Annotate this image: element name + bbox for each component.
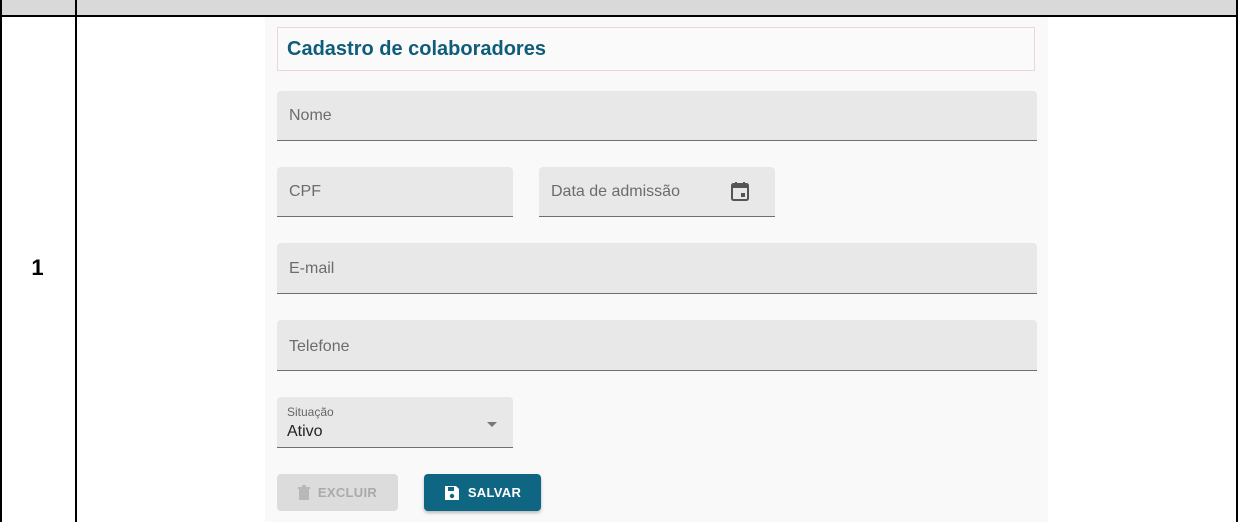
save-button[interactable]: SALVAR	[424, 474, 541, 511]
status-select-value: Ativo	[287, 423, 323, 440]
delete-button[interactable]: EXCLUIR	[277, 474, 398, 511]
form-title-box: Cadastro de colaboradores	[277, 27, 1035, 71]
name-field[interactable]: Nome	[277, 91, 1037, 141]
save-icon	[444, 485, 459, 500]
phone-field-label: Telefone	[289, 338, 350, 355]
calendar-icon[interactable]	[731, 181, 749, 201]
form-title: Cadastro de colaboradores	[287, 38, 546, 60]
email-field[interactable]: E-mail	[277, 243, 1037, 294]
trash-icon	[297, 484, 310, 500]
table-column-divider	[75, 0, 77, 522]
email-field-label: E-mail	[289, 260, 335, 277]
status-select-label: Situação	[287, 405, 334, 419]
admission-date-field[interactable]: Data de admissão	[539, 167, 775, 217]
name-field-label: Nome	[289, 107, 332, 124]
save-button-label: SALVAR	[467, 485, 522, 500]
status-select[interactable]: Situação Ativo	[277, 397, 513, 448]
admission-date-field-label: Data de admissão	[551, 183, 680, 200]
cpf-field[interactable]: CPF	[277, 167, 513, 217]
row-number: 1	[31, 255, 44, 280]
table-header-band	[0, 0, 1238, 17]
delete-button-label: EXCLUIR	[317, 485, 378, 500]
document-table-frame: 1 Cadastro de colaboradores Nome CPF Dat…	[0, 0, 1238, 522]
chevron-down-icon[interactable]	[487, 422, 497, 427]
phone-field[interactable]: Telefone	[277, 320, 1037, 371]
cpf-field-label: CPF	[289, 183, 321, 200]
